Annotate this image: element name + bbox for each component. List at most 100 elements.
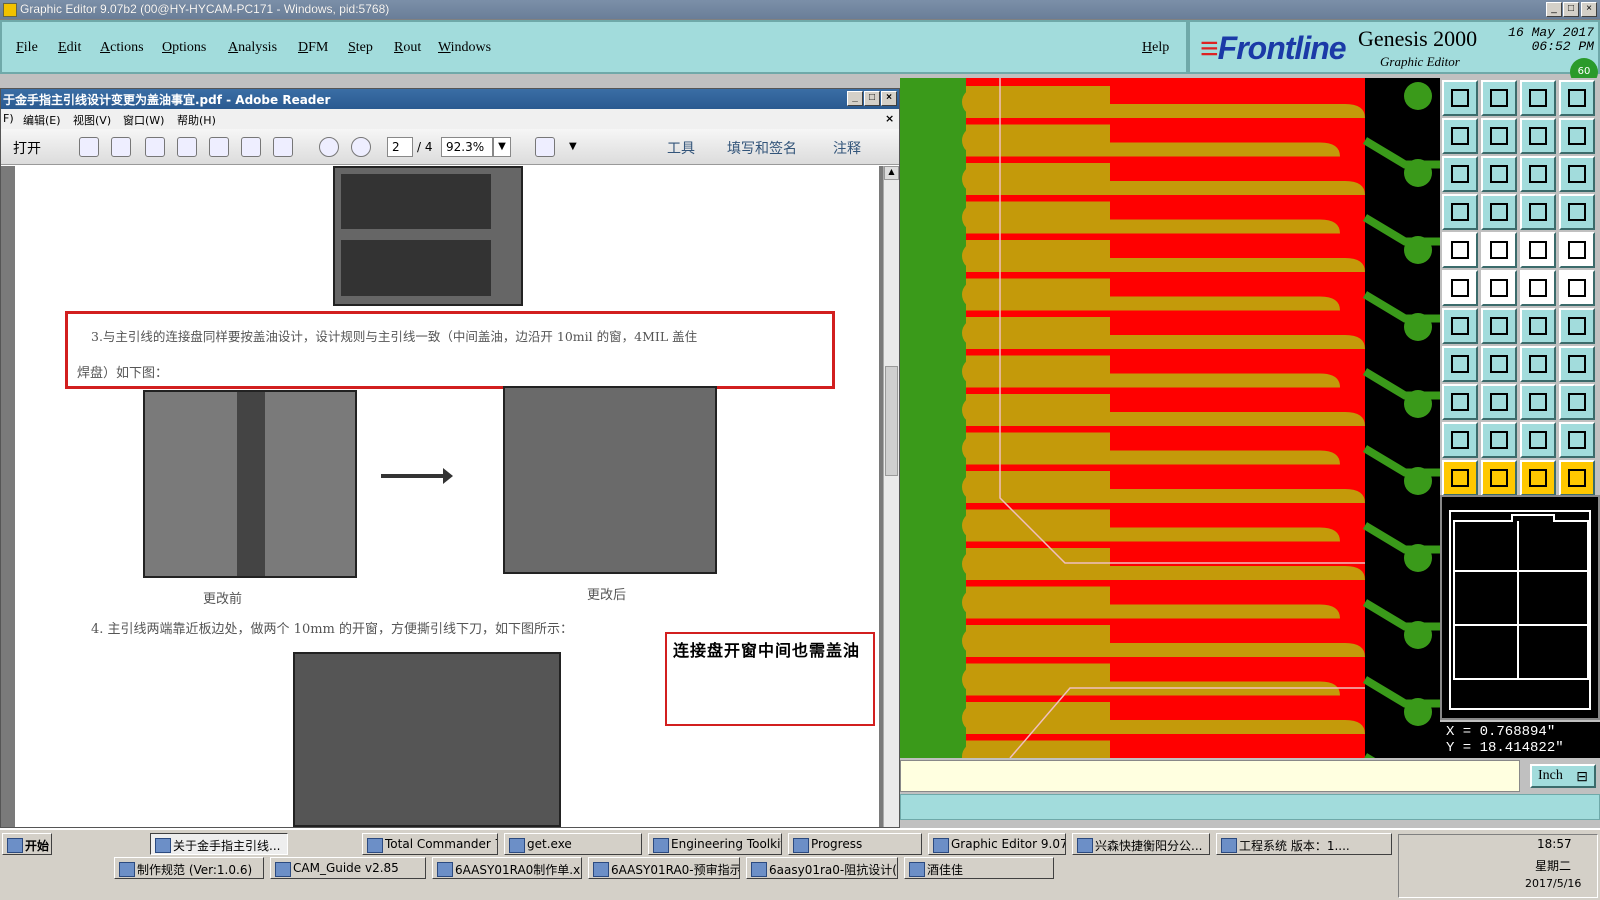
menu-rout[interactable]: Rout bbox=[394, 40, 421, 56]
page-down-icon[interactable] bbox=[351, 137, 371, 157]
tool-button-8-2[interactable] bbox=[1520, 384, 1556, 420]
tool-button-7-2[interactable] bbox=[1520, 346, 1556, 382]
tool-button-9-2[interactable] bbox=[1520, 422, 1556, 458]
scroll-up-arrow[interactable]: ▲ bbox=[884, 166, 899, 180]
tool-button-10-1[interactable] bbox=[1481, 460, 1517, 496]
tool-button-1-0[interactable] bbox=[1442, 118, 1478, 154]
taskbar-item-1-3[interactable]: 6AASY01RA0-预审指示.... bbox=[588, 857, 740, 879]
tool-button-3-3[interactable] bbox=[1559, 194, 1595, 230]
tool-button-7-3[interactable] bbox=[1559, 346, 1595, 382]
menu-actions[interactable]: Actions bbox=[100, 40, 144, 56]
tool-button-9-0[interactable] bbox=[1442, 422, 1478, 458]
menu-edit[interactable]: Edit bbox=[58, 40, 81, 56]
taskbar-item-1-1[interactable]: CAM_Guide v2.85 bbox=[270, 857, 426, 879]
maximize-button[interactable]: □ bbox=[1563, 2, 1579, 17]
taskbar-item-1-5[interactable]: 酒佳佳 bbox=[904, 857, 1054, 879]
tools-button[interactable]: 工具 bbox=[667, 138, 695, 158]
taskbar-item-0-2[interactable]: get.exe bbox=[504, 833, 642, 855]
tool-button-5-2[interactable] bbox=[1520, 270, 1556, 306]
tool-button-0-2[interactable] bbox=[1520, 80, 1556, 116]
tool-button-3-1[interactable] bbox=[1481, 194, 1517, 230]
reader-maximize-button[interactable]: □ bbox=[864, 91, 880, 106]
page-number-input[interactable]: 2 bbox=[387, 137, 413, 157]
minimize-button[interactable]: _ bbox=[1546, 2, 1562, 17]
tool-button-8-0[interactable] bbox=[1442, 384, 1478, 420]
tray-clock-time[interactable]: 18:57 bbox=[1537, 837, 1572, 851]
start-button[interactable]: 开始 bbox=[2, 833, 52, 855]
tool-button-8-1[interactable] bbox=[1481, 384, 1517, 420]
tool-button-0-0[interactable] bbox=[1442, 80, 1478, 116]
tool-button-9-3[interactable] bbox=[1559, 422, 1595, 458]
reader-menu-window[interactable]: 窗口(W) bbox=[123, 112, 164, 128]
taskbar-item-1-2[interactable]: 6AASY01RA0制作单.xls ... bbox=[432, 857, 582, 879]
tool-button-8-3[interactable] bbox=[1559, 384, 1595, 420]
unit-selector[interactable]: Inch ⊟ bbox=[1530, 764, 1596, 788]
menu-step[interactable]: Step bbox=[348, 40, 373, 56]
menu-close-icon[interactable]: × bbox=[885, 112, 894, 125]
taskbar-item-0-3[interactable]: Engineering Toolkit 9.... bbox=[648, 833, 782, 855]
zoom-dropdown-icon[interactable]: ▼ bbox=[493, 137, 511, 157]
save-icon[interactable] bbox=[209, 137, 229, 157]
menu-dfm[interactable]: DFM bbox=[298, 40, 328, 56]
menu-analysis[interactable]: Analysis bbox=[228, 40, 277, 56]
tool-button-0-1[interactable] bbox=[1481, 80, 1517, 116]
open-button[interactable]: 打开 bbox=[13, 138, 41, 158]
tool-button-5-3[interactable] bbox=[1559, 270, 1595, 306]
document-viewport[interactable]: 3.与主引线的连接盘同样要按盖油设计，设计规则与主引线一致（中间盖油，边沿开 1… bbox=[1, 166, 883, 827]
comment-button[interactable]: 注释 bbox=[833, 138, 861, 158]
tool-button-4-2[interactable] bbox=[1520, 232, 1556, 268]
email-icon[interactable] bbox=[273, 137, 293, 157]
tool-button-4-0[interactable] bbox=[1442, 232, 1478, 268]
fill-sign-button[interactable]: 填写和签名 bbox=[727, 138, 797, 158]
reader-menu-view[interactable]: 视图(V) bbox=[73, 112, 111, 128]
command-input[interactable] bbox=[900, 760, 1520, 792]
close-button[interactable]: × bbox=[1581, 2, 1597, 17]
upload-icon[interactable] bbox=[177, 137, 197, 157]
tool-button-3-2[interactable] bbox=[1520, 194, 1556, 230]
page-up-icon[interactable] bbox=[319, 137, 339, 157]
fit-page-icon[interactable] bbox=[535, 137, 555, 157]
tool-button-2-3[interactable] bbox=[1559, 156, 1595, 192]
tool-button-2-1[interactable] bbox=[1481, 156, 1517, 192]
zoom-input[interactable]: 92.3% bbox=[441, 137, 493, 157]
document-scrollbar[interactable]: ▲ bbox=[883, 166, 899, 827]
reader-close-button[interactable]: × bbox=[881, 91, 897, 106]
taskbar-item-0-6[interactable]: 兴森快捷衡阳分公... bbox=[1072, 833, 1210, 855]
edit-pdf-icon[interactable] bbox=[145, 137, 165, 157]
taskbar-item-0-5[interactable]: Graphic Editor 9.07b2... bbox=[928, 833, 1066, 855]
tool-button-5-0[interactable] bbox=[1442, 270, 1478, 306]
export-pdf-icon[interactable] bbox=[111, 137, 131, 157]
menu-file[interactable]: File bbox=[16, 40, 38, 56]
tool-button-4-1[interactable] bbox=[1481, 232, 1517, 268]
tool-button-1-1[interactable] bbox=[1481, 118, 1517, 154]
tool-button-9-1[interactable] bbox=[1481, 422, 1517, 458]
tool-button-10-2[interactable] bbox=[1520, 460, 1556, 496]
taskbar-item-0-1[interactable]: Total Commander 7.0... bbox=[362, 833, 498, 855]
taskbar-item-0-0[interactable]: 关于金手指主引线... bbox=[150, 833, 288, 855]
tool-button-6-0[interactable] bbox=[1442, 308, 1478, 344]
create-pdf-icon[interactable] bbox=[79, 137, 99, 157]
tool-button-5-1[interactable] bbox=[1481, 270, 1517, 306]
menu-options[interactable]: Options bbox=[162, 40, 206, 56]
tool-button-4-3[interactable] bbox=[1559, 232, 1595, 268]
taskbar-item-1-0[interactable]: 制作规范 (Ver:1.0.6) bbox=[114, 857, 264, 879]
tool-button-10-0[interactable] bbox=[1442, 460, 1478, 496]
tool-button-1-2[interactable] bbox=[1520, 118, 1556, 154]
reader-minimize-button[interactable]: _ bbox=[847, 91, 863, 106]
tool-button-7-0[interactable] bbox=[1442, 346, 1478, 382]
taskbar-item-0-7[interactable]: 工程系统 版本：1.... bbox=[1216, 833, 1392, 855]
reader-menu-help[interactable]: 帮助(H) bbox=[177, 112, 216, 128]
tool-button-6-2[interactable] bbox=[1520, 308, 1556, 344]
tool-button-6-3[interactable] bbox=[1559, 308, 1595, 344]
taskbar-item-1-4[interactable]: 6aasy01ra0-阻抗设计(N... bbox=[746, 857, 898, 879]
print-icon[interactable] bbox=[241, 137, 261, 157]
reader-menu-edit[interactable]: 编辑(E) bbox=[23, 112, 61, 128]
tool-button-0-3[interactable] bbox=[1559, 80, 1595, 116]
tool-button-1-3[interactable] bbox=[1559, 118, 1595, 154]
menu-windows[interactable]: Windows bbox=[438, 40, 491, 56]
tool-button-2-0[interactable] bbox=[1442, 156, 1478, 192]
tool-button-10-3[interactable] bbox=[1559, 460, 1595, 496]
tool-button-2-2[interactable] bbox=[1520, 156, 1556, 192]
tool-button-6-1[interactable] bbox=[1481, 308, 1517, 344]
taskbar-item-0-4[interactable]: Progress bbox=[788, 833, 922, 855]
